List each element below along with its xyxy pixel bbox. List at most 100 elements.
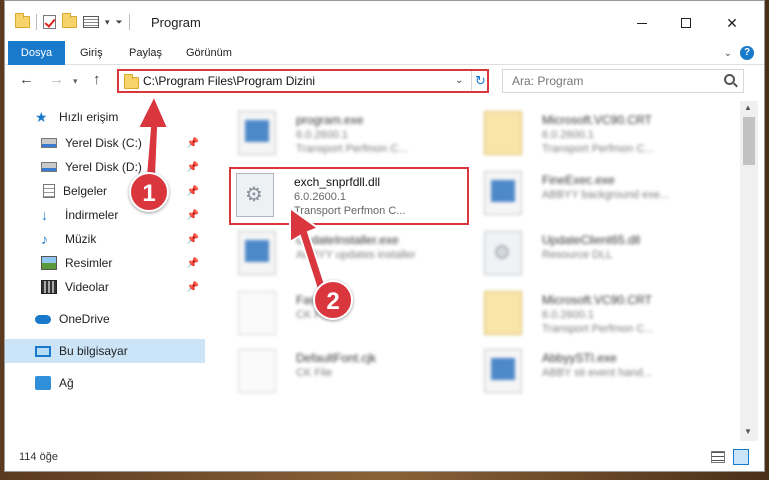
file-description: Transport Perfmon C... [542, 143, 654, 155]
file-item[interactable]: DefaultFont.cjk CK File [232, 343, 472, 401]
network-icon [35, 376, 51, 390]
sidebar-item-network[interactable]: Ağ [5, 371, 205, 395]
scroll-thumb[interactable] [743, 117, 755, 165]
sidebar-item-videos[interactable]: Videolar 📌 [5, 275, 205, 299]
file-version: CK File [296, 367, 333, 379]
tab-home[interactable]: Giriş [80, 41, 103, 65]
exe-icon [238, 231, 276, 275]
pin-icon[interactable]: 📌 [187, 210, 199, 221]
maximize-button[interactable] [663, 9, 709, 37]
up-arrow-icon[interactable]: ↑ [93, 71, 101, 88]
star-icon: ★ [35, 109, 48, 125]
tab-share[interactable]: Paylaş [129, 41, 162, 65]
details-view-icon[interactable] [711, 451, 725, 463]
file-list: program.exe 6.0.2600.1 Transport Perfmon… [210, 101, 740, 441]
sidebar-item-downloads[interactable]: ↓ İndirmeler 📌 [5, 203, 205, 227]
minimize-icon [637, 22, 647, 24]
tab-view[interactable]: Görünüm [186, 41, 232, 65]
file-item[interactable]: program.exe 6.0.2600.1 Transport Perfmon… [232, 105, 472, 163]
computer-icon [35, 345, 51, 357]
pin-icon[interactable]: 📌 [187, 162, 199, 173]
file-version: ABBYY background exe... [542, 189, 669, 201]
expand-ribbon-icon[interactable]: ⌄ [724, 48, 732, 59]
navigation-bar: ← → ▾ ↑ C:\Program Files\Program Dizini … [5, 67, 764, 97]
sidebar-item-label: Hızlı erişim [59, 110, 119, 124]
blank-file-icon [238, 349, 276, 393]
file-version: 6.0.2600.1 [296, 129, 348, 141]
cloud-icon [35, 314, 51, 324]
scroll-up-icon[interactable]: ▲ [744, 103, 752, 112]
file-name: Microsoft.VC90.CRT [542, 113, 652, 127]
scroll-down-icon[interactable]: ▼ [744, 427, 752, 436]
close-button[interactable]: ✕ [709, 9, 755, 37]
file-description: Transport Perfmon C... [296, 143, 408, 155]
title-bar: ▾ ⏷ Program ✕ [5, 1, 764, 41]
file-name: DefaultFont.cjk [296, 351, 377, 365]
sidebar-item-quick-access[interactable]: ★ Hızlı erişim [5, 105, 205, 129]
sidebar-item-pictures[interactable]: Resimler 📌 [5, 251, 205, 275]
pictures-icon [41, 256, 57, 270]
disk-icon [41, 162, 57, 172]
properties-icon[interactable] [83, 16, 99, 28]
chevron-down-icon[interactable]: ⌄ [455, 75, 463, 86]
address-bar[interactable]: C:\Program Files\Program Dizini ⌄ ↻ [117, 69, 489, 93]
pin-icon[interactable]: 📌 [187, 282, 199, 293]
sidebar-item-label: Resimler [65, 256, 113, 270]
customize-toolbar-icon[interactable]: ⏷ [116, 17, 123, 28]
close-icon: ✕ [726, 14, 738, 31]
pin-icon[interactable]: 📌 [187, 186, 199, 197]
address-path[interactable]: C:\Program Files\Program Dizini [143, 74, 315, 88]
chevron-down-icon[interactable]: ▾ [105, 17, 110, 28]
search-input[interactable]: Ara: Program [502, 69, 744, 93]
file-item[interactable]: UpdateClient65.dll Resource DLL [478, 225, 718, 283]
forward-arrow-icon[interactable]: → [49, 71, 64, 88]
ribbon-controls: ⌄ ? [724, 46, 754, 60]
pin-icon[interactable]: 📌 [187, 138, 199, 149]
properties-check-icon[interactable] [43, 15, 56, 29]
folder-icon [484, 111, 522, 155]
file-name: UpdateClient65.dll [542, 233, 641, 247]
search-icon[interactable] [724, 74, 735, 85]
step-badge-1: 1 [129, 172, 169, 212]
file-version: 6.0.2600.1 [542, 129, 594, 141]
file-item[interactable]: Microsoft.VC90.CRT 6.0.2600.1 Transport … [478, 105, 718, 163]
minimize-button[interactable] [619, 9, 665, 37]
item-count: 114 öğe [19, 451, 58, 463]
video-icon [41, 280, 57, 294]
tiles-view-icon[interactable] [733, 449, 749, 465]
recent-locations-icon[interactable]: ▾ [73, 76, 78, 87]
file-item[interactable]: FineExec.exe ABBYY background exe... [478, 165, 718, 223]
sidebar-item-documents[interactable]: Belgeler 📌 [5, 179, 205, 203]
blank-file-icon [238, 291, 276, 335]
folder-icon[interactable] [15, 13, 30, 28]
sidebar-item-disk-c[interactable]: Yerel Disk (C:) 📌 [5, 131, 205, 155]
sidebar-item-label: Müzik [65, 232, 97, 246]
sidebar-item-label: Videolar [65, 280, 109, 294]
sidebar-item-onedrive[interactable]: OneDrive [5, 307, 205, 331]
sidebar-item-music[interactable]: ♪ Müzik 📌 [5, 227, 205, 251]
sidebar-item-disk-d[interactable]: Yerel Disk (D:) 📌 [5, 155, 205, 179]
file-version: ABBY sti event hand... [542, 367, 652, 379]
refresh-icon[interactable]: ↻ [471, 71, 489, 91]
folder-icon [124, 74, 139, 89]
file-item[interactable]: UpdateInstaller.exe ABBYY updates instal… [232, 225, 472, 283]
pin-icon[interactable]: 📌 [187, 234, 199, 245]
vertical-scrollbar[interactable]: ▲ ▼ [740, 101, 758, 441]
music-icon: ♪ [41, 231, 48, 247]
tab-file[interactable]: Dosya [8, 41, 65, 65]
help-icon[interactable]: ? [740, 46, 754, 60]
file-item[interactable]: Microsoft.VC90.CRT 6.0.2600.1 Transport … [478, 285, 718, 343]
file-name: AbbyySTI.exe [542, 351, 617, 365]
toolbar-divider [128, 14, 130, 30]
sidebar-item-label: Ağ [59, 376, 74, 390]
file-item[interactable]: AbbyySTI.exe ABBY sti event hand... [478, 343, 718, 401]
file-description: Transport Perfmon C... [542, 323, 654, 335]
new-folder-icon[interactable] [62, 13, 77, 28]
file-version: 6.0.2600.1 [542, 309, 594, 321]
sidebar-item-this-pc[interactable]: Bu bilgisayar [5, 339, 205, 363]
folder-icon [484, 291, 522, 335]
back-arrow-icon[interactable]: ← [19, 71, 34, 88]
pin-icon[interactable]: 📌 [187, 258, 199, 269]
search-placeholder: Ara: Program [512, 74, 584, 88]
sidebar-item-label: OneDrive [59, 312, 110, 326]
